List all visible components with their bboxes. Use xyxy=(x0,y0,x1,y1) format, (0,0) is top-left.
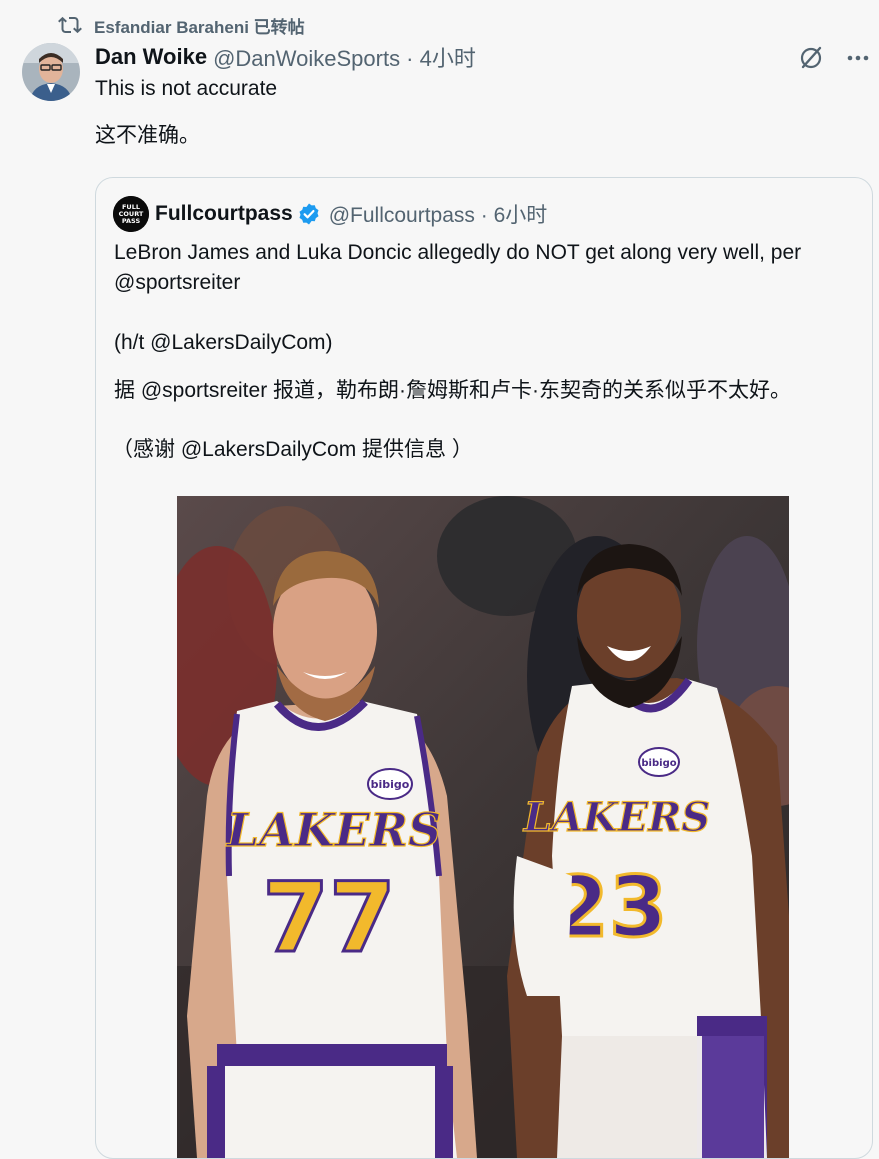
left-jersey-number: 77 xyxy=(262,862,396,974)
tweet-text: This is not accurate xyxy=(95,77,278,100)
quoted-text-line-3: (h/t @LakersDailyCom) xyxy=(114,331,333,354)
quoted-text-line-1: LeBron James and Luka Doncic allegedly d… xyxy=(114,241,802,264)
tweet-header: Dan Woike @DanWoikeSports · 4小时 xyxy=(95,42,476,72)
author-name[interactable]: Dan Woike xyxy=(95,44,207,70)
quoted-author-name[interactable]: Fullcourtpass xyxy=(155,202,293,226)
tweet-actions xyxy=(797,44,871,72)
quoted-text-line-2[interactable]: @sportsreiter xyxy=(114,271,240,295)
fullcourtpass-logo[interactable]: FULL COURT PASS xyxy=(113,196,149,232)
quoted-tweet-card[interactable]: FULL COURT PASS Fullcourtpass @Fullcourt… xyxy=(95,177,873,1159)
repost-icon xyxy=(58,16,82,34)
author-handle-time[interactable]: @DanWoikeSports · 4小时 xyxy=(213,41,476,73)
right-jersey-team: LAKERS xyxy=(523,794,711,841)
left-jersey-sponsor: bibigo xyxy=(371,778,410,791)
tweet-translation: 这不准确。 xyxy=(95,124,200,147)
grok-icon[interactable] xyxy=(797,44,825,72)
quoted-tweet-header: FULL COURT PASS Fullcourtpass @Fullcourt… xyxy=(113,196,547,232)
quoted-translation-line-1: 据 @sportsreiter 报道，勒布朗·詹姆斯和卢卡·东契奇的关系似乎不太… xyxy=(114,379,792,402)
avatar[interactable] xyxy=(22,43,80,101)
repost-text: Esfandiar Baraheni 已转帖 xyxy=(94,17,305,37)
more-icon[interactable] xyxy=(845,45,871,71)
left-jersey-team: LAKERS xyxy=(225,803,442,857)
repost-attribution[interactable]: Esfandiar Baraheni 已转帖 xyxy=(58,12,305,38)
logo-text-3: PASS xyxy=(122,217,141,225)
quoted-handle-time[interactable]: @Fullcourtpass · 6小时 xyxy=(329,199,548,229)
quoted-translation-line-2: （感谢 @LakersDailyCom 提供信息 ） xyxy=(112,438,473,461)
verified-badge-icon xyxy=(299,203,319,225)
quoted-photo[interactable]: LAKERS 77 bibigo LAKERS 23 bibigo xyxy=(177,496,789,1158)
right-jersey-sponsor: bibigo xyxy=(641,758,676,769)
